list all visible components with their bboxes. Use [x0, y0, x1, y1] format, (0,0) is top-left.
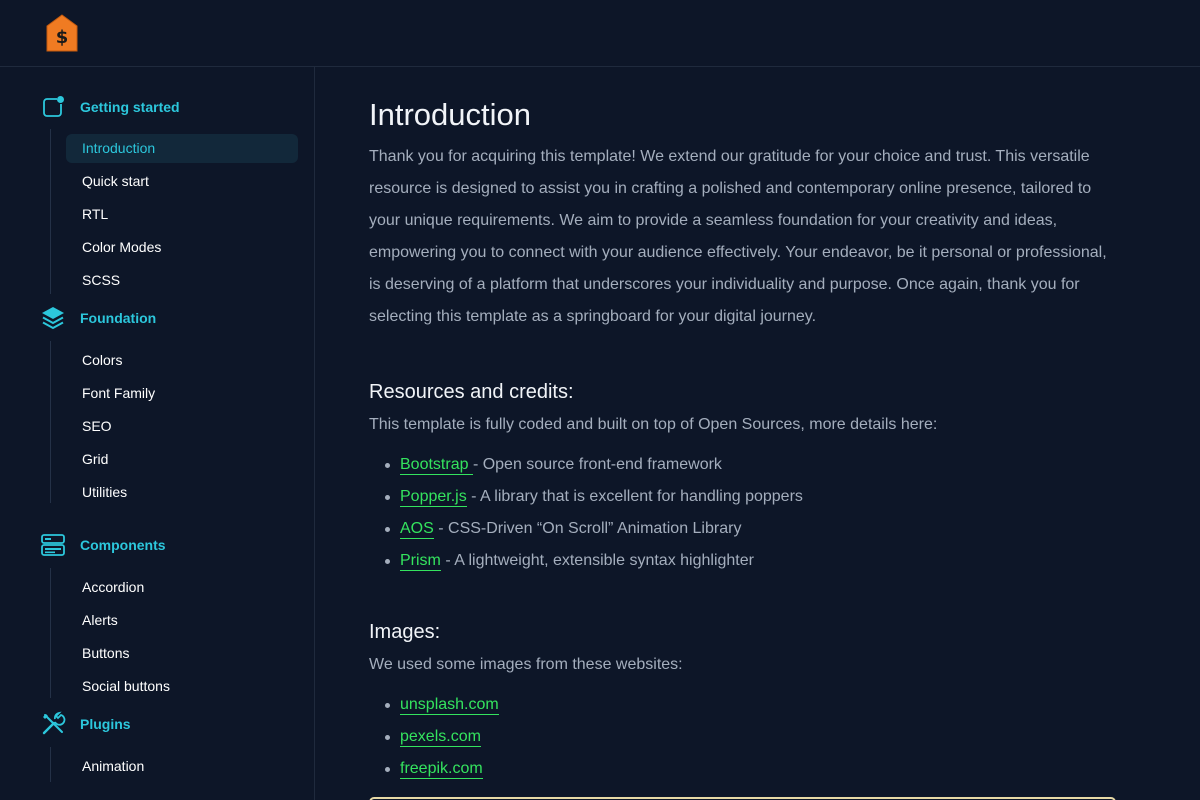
sidebar-item-font-family[interactable]: Font Family [66, 379, 298, 408]
sidebar-item-introduction[interactable]: Introduction [66, 134, 298, 163]
resources-heading: Resources and credits: [369, 381, 574, 403]
layers-icon [40, 305, 66, 331]
divider [50, 568, 51, 698]
tools-icon [40, 711, 66, 737]
intro-paragraph: Thank you for acquiring this template! W… [369, 148, 1107, 325]
sidebar-item-social-buttons[interactable]: Social buttons [66, 672, 298, 701]
sidebar-item-utilities[interactable]: Utilities [66, 478, 298, 507]
sidebar-item-accordion[interactable]: Accordion [66, 573, 298, 602]
sidebar-item-buttons[interactable]: Buttons [66, 639, 298, 668]
list-item: unsplash.com [369, 689, 499, 721]
components-icon [40, 532, 66, 558]
freepik-link[interactable]: freepik.com [400, 760, 483, 779]
sidebar-group-title: Plugins [80, 716, 131, 732]
getting-started-icon [40, 94, 66, 120]
sidebar-item-scss[interactable]: SCSS [66, 266, 298, 295]
unsplash-link[interactable]: unsplash.com [400, 696, 499, 715]
page-title: Introduction [369, 97, 531, 132]
list-item: pexels.com [369, 721, 499, 753]
sidebar-item-seo[interactable]: SEO [66, 412, 298, 441]
divider [50, 341, 51, 503]
sidebar-group-getting-started[interactable]: Getting started [40, 94, 180, 120]
price-tag-dollar-icon: $ [46, 14, 78, 52]
sidebar-group-title: Getting started [80, 99, 180, 115]
images-heading: Images: [369, 621, 441, 643]
sidebar-item-alerts[interactable]: Alerts [66, 606, 298, 635]
divider [50, 747, 51, 782]
popperjs-link[interactable]: Popper.js [400, 488, 467, 507]
divider [50, 129, 51, 294]
list-item-text: - A library that is excellent for handli… [466, 488, 803, 505]
sidebar-item-color-modes[interactable]: Color Modes [66, 233, 298, 262]
sidebar-group-title: Components [80, 537, 166, 553]
images-list: unsplash.com pexels.com freepik.com [369, 689, 499, 785]
images-description: We used some images from these websites: [369, 656, 683, 673]
sidebar: Getting started Introduction Quick start… [0, 67, 315, 800]
list-item: freepik.com [369, 753, 499, 785]
list-item-text: - Open source front-end framework [472, 456, 722, 473]
svg-text:$: $ [56, 27, 69, 48]
list-item-text: - A lightweight, extensible syntax highl… [440, 552, 754, 569]
pexels-link[interactable]: pexels.com [400, 728, 481, 747]
list-item: Popper.js - A library that is excellent … [369, 481, 803, 513]
sidebar-item-animation[interactable]: Animation [66, 752, 298, 781]
list-item: Prism - A lightweight, extensible syntax… [369, 545, 803, 577]
aos-link[interactable]: AOS [400, 520, 434, 539]
top-bar: $ [0, 0, 1200, 67]
sidebar-group-title: Foundation [80, 310, 157, 326]
sidebar-group-foundation[interactable]: Foundation [40, 305, 156, 331]
sidebar-item-quick-start[interactable]: Quick start [66, 167, 298, 196]
sidebar-group-components[interactable]: Components [40, 532, 166, 558]
list-item-text: - CSS-Driven “On Scroll” Animation Libra… [433, 520, 742, 537]
resources-description: This template is fully coded and built o… [369, 416, 938, 433]
resources-list: Bootstrap - Open source front-end framew… [369, 449, 803, 577]
sidebar-item-colors[interactable]: Colors [66, 346, 298, 375]
sidebar-item-rtl[interactable]: RTL [66, 200, 298, 229]
prism-link[interactable]: Prism [400, 552, 441, 571]
logo[interactable]: $ [46, 14, 78, 52]
sidebar-item-grid[interactable]: Grid [66, 445, 298, 474]
sidebar-group-plugins[interactable]: Plugins [40, 711, 131, 737]
list-item: AOS - CSS-Driven “On Scroll” Animation L… [369, 513, 803, 545]
list-item: Bootstrap - Open source front-end framew… [369, 449, 803, 481]
bootstrap-link[interactable]: Bootstrap [400, 456, 473, 475]
